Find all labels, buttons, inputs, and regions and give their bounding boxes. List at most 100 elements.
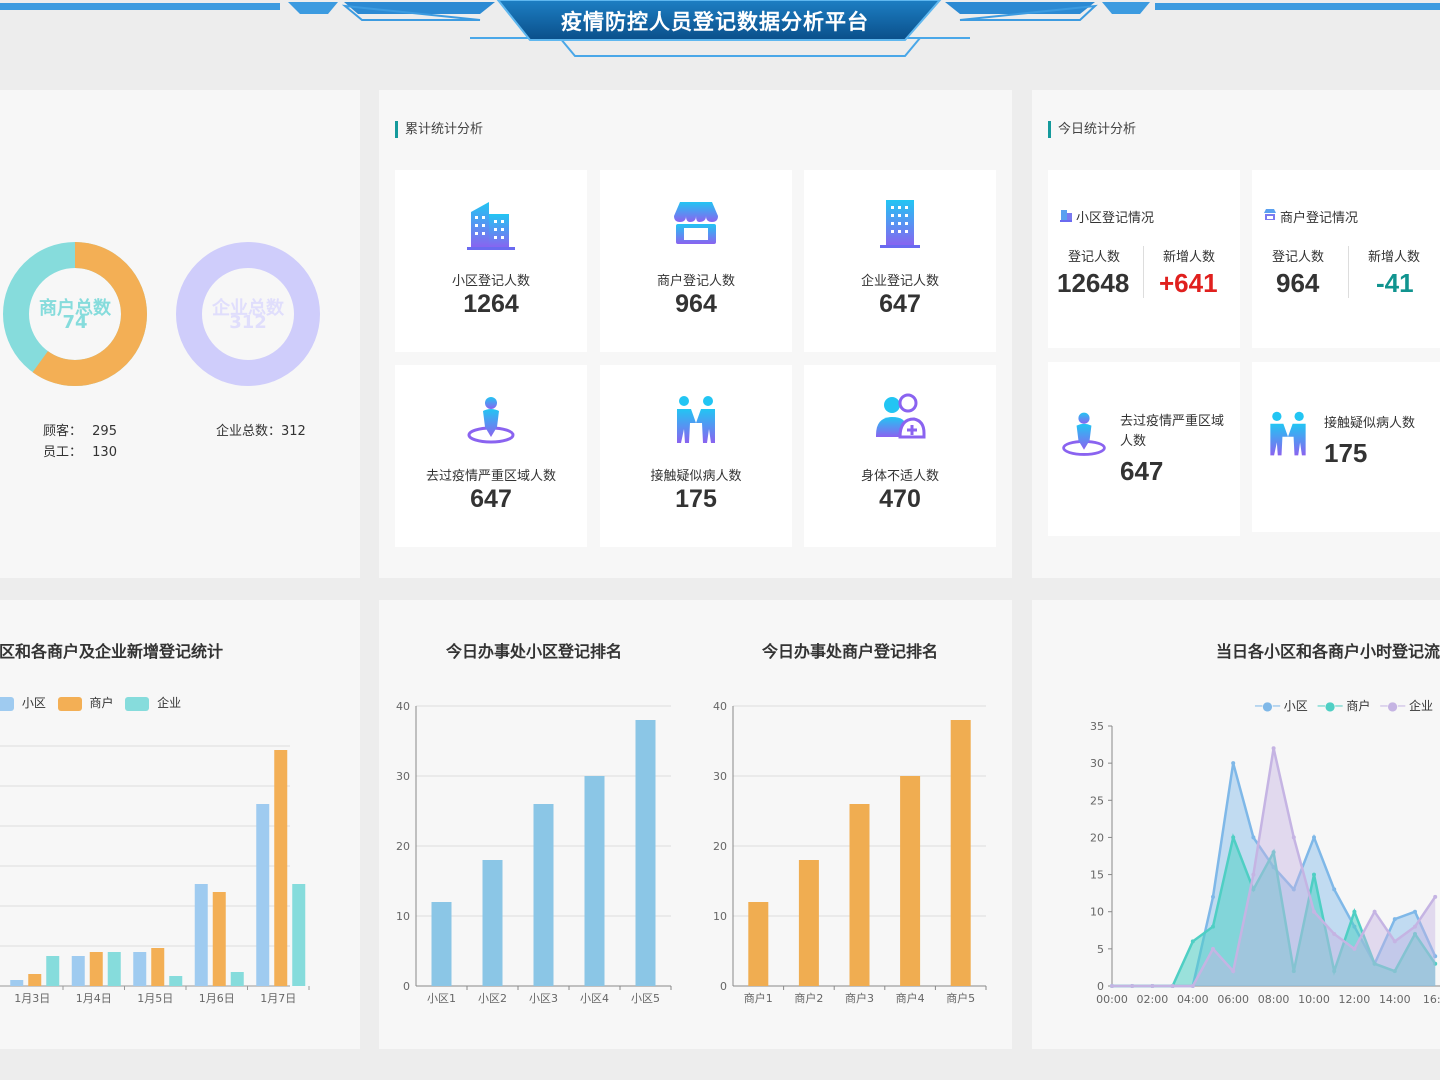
- x-tick-label: 商户4: [896, 991, 925, 1005]
- y-tick-label: 20: [396, 840, 410, 853]
- x-tick-label: 1月6日: [199, 992, 235, 1005]
- x-tick-label: 04:00: [1177, 993, 1209, 1006]
- point: [1150, 984, 1155, 988]
- point: [1170, 984, 1175, 988]
- point: [1352, 946, 1357, 951]
- card-label: 商户登记人数: [656, 274, 735, 289]
- hourly-flow-area-chart: 0 5 10 15 20 25 30 35 00:00 02:00 04:00 06:00 08:00 1…: [1090, 720, 1440, 1006]
- merchant-detail-row: 顾客： 295: [43, 420, 117, 439]
- card-label: 接触疑似病人数: [650, 469, 742, 484]
- point: [1433, 894, 1438, 899]
- merchant-new-label: 新增人数: [1368, 250, 1421, 265]
- enterprise-registration-card: 企业登记人数 647: [804, 170, 996, 352]
- bar: [274, 750, 288, 986]
- x-tick-label: 小区1: [427, 992, 456, 1005]
- bar: [133, 952, 147, 986]
- bar: [28, 974, 42, 986]
- bar: [71, 956, 85, 986]
- card-value: 647: [879, 290, 921, 318]
- header-banner: 疫情防控人员登记数据分析平台: [0, 0, 1440, 60]
- y-tick-label: 15: [1090, 869, 1104, 882]
- bar: [533, 804, 554, 986]
- y-tick-label: 10: [713, 910, 727, 923]
- location-person-icon: [1062, 412, 1106, 456]
- ranking-bar-charts: 0 10 20 30 40 小区1 小区2 小区3 小区4 小区5 0 10 20 30 40 商户1 商户2 商…: [396, 700, 987, 1005]
- x-tick-label: 16:0: [1423, 993, 1440, 1006]
- bar: [46, 956, 60, 986]
- card-value: 1264: [463, 290, 519, 318]
- point: [1130, 984, 1135, 988]
- x-tick-label: 商户5: [946, 991, 975, 1005]
- shop-icon: [674, 202, 718, 244]
- point: [1231, 761, 1236, 766]
- y-tick-label: 25: [1090, 794, 1104, 807]
- bar: [798, 860, 819, 986]
- x-tick-label: 10:00: [1298, 993, 1330, 1006]
- staff-label: 员工：: [43, 445, 83, 460]
- cumulative-title: 累计统计分析: [395, 121, 483, 138]
- bar: [256, 804, 270, 986]
- new-registration-bar-chart: 1月3日 1月4日 1月5日 1月6日 1月7日: [0, 745, 310, 1005]
- new-registration-panel: 各小区和各商户及企业新增登记统计 小区 商户 企业 1月3日1月4日1月5日1月…: [0, 600, 360, 1049]
- y-tick-label: 10: [396, 910, 410, 923]
- bar: [635, 720, 656, 986]
- point: [1413, 924, 1417, 929]
- sick-person-icon: [876, 393, 926, 439]
- y-tick-label: 0: [720, 980, 727, 993]
- risk-area-today-value: 647: [1120, 456, 1164, 486]
- card-label: 身体不适人数: [860, 469, 939, 484]
- merchant-reg-label: 登记人数: [1272, 250, 1325, 265]
- point: [1211, 894, 1215, 899]
- bar: [748, 902, 769, 986]
- y-tick-label: 30: [1090, 757, 1104, 770]
- contact-today-label: 接触疑似病人数: [1324, 416, 1416, 431]
- y-tick-label: 0: [403, 980, 410, 993]
- donut-charts: [3, 242, 320, 386]
- point: [1211, 946, 1215, 951]
- today-panel: 今日统计分析 小区登记情况 登记人数 新增人数 12648 +641 商户登记情…: [1032, 90, 1440, 578]
- bar: [584, 776, 605, 986]
- bar: [482, 860, 503, 986]
- community-new-value: +641: [1159, 268, 1218, 298]
- area-企业: [1112, 748, 1436, 986]
- point: [1352, 909, 1357, 914]
- point: [1312, 909, 1316, 914]
- point: [1211, 924, 1215, 929]
- point: [1392, 917, 1397, 922]
- point: [1413, 909, 1417, 914]
- merchant-reg-value: 964: [1276, 268, 1320, 298]
- merchant-donut-value: 74: [62, 312, 88, 333]
- x-tick-label: 12:00: [1339, 993, 1371, 1006]
- risk-area-today-card: 去过疫情严重区域人数 647: [1048, 362, 1240, 536]
- x-tick-label: 00:00: [1096, 993, 1128, 1006]
- merchant-new-value: -41: [1376, 268, 1414, 298]
- today-title: 今日统计分析: [1048, 121, 1136, 138]
- x-tick-label: 1月3日: [14, 992, 50, 1005]
- two-people-icon: [677, 396, 715, 443]
- staff-value: 130: [92, 445, 117, 460]
- customer-label: 顾客：: [43, 424, 83, 439]
- community-today-card: 小区登记情况 登记人数 新增人数 12648 +641: [1048, 170, 1240, 348]
- community-reg-value: 12648: [1057, 268, 1130, 298]
- card-label: 去过疫情严重区域人数: [425, 469, 556, 484]
- card-label: 小区登记人数: [451, 274, 530, 289]
- point: [1392, 939, 1397, 944]
- suspected-contact-card: 接触疑似病人数 175: [600, 365, 792, 547]
- x-tick-label: 1月4日: [76, 992, 112, 1005]
- point: [1251, 835, 1256, 840]
- risk-area-card: 去过疫情严重区域人数 647: [395, 365, 587, 547]
- bar: [194, 884, 208, 986]
- x-tick-label: 商户2: [794, 991, 823, 1005]
- x-tick-label: 小区2: [478, 992, 507, 1005]
- bar: [950, 720, 971, 986]
- x-tick-label: 08:00: [1258, 993, 1290, 1006]
- y-tick-label: 10: [1090, 906, 1104, 919]
- point: [1372, 909, 1377, 914]
- y-tick-label: 30: [713, 770, 727, 783]
- x-tick-label: 1月5日: [137, 992, 173, 1005]
- enterprise-donut-value: 312: [229, 312, 267, 333]
- y-tick-label: 20: [713, 840, 727, 853]
- customer-value: 295: [92, 424, 117, 439]
- merchant-today-card: 商户登记情况 登记人数 新增人数 964 -41: [1252, 170, 1440, 348]
- office-icon: [880, 200, 920, 248]
